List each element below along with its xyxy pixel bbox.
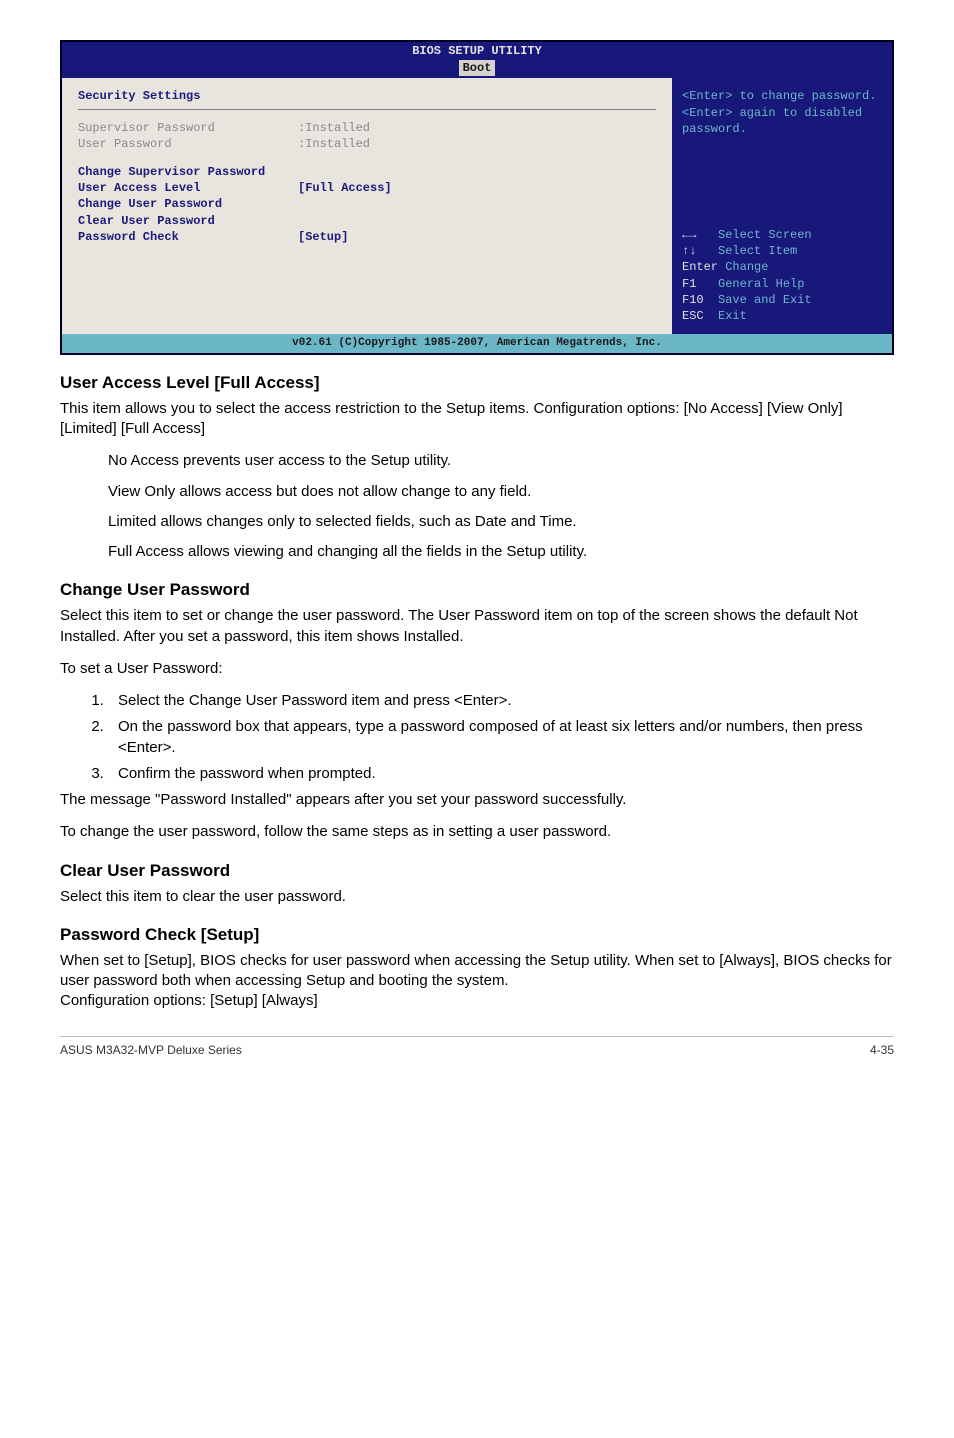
- legend-select-screen: Select Screen: [718, 228, 812, 242]
- user-access-level-row: User Access Level [Full Access]: [78, 180, 656, 196]
- section-ual-heading: User Access Level [Full Access]: [60, 373, 894, 393]
- legend-f1-key: F1: [682, 277, 696, 291]
- bios-header: BIOS SETUP UTILITY: [62, 42, 892, 60]
- password-check-label: Password Check: [78, 229, 298, 245]
- key-legend: ←→ Select Screen ↑↓ Select Item Enter Ch…: [682, 227, 882, 324]
- opt-view-only: View Only allows access but does not all…: [108, 482, 894, 502]
- password-check-row: Password Check [Setup]: [78, 229, 656, 245]
- section-pwcheck-desc: When set to [Setup], BIOS checks for use…: [60, 951, 894, 992]
- opt-full-access: Full Access allows viewing and changing …: [108, 542, 894, 562]
- section-ual-desc: This item allows you to select the acces…: [60, 399, 894, 440]
- legend-enter-key: Enter: [682, 260, 718, 274]
- bios-copyright: v02.61 (C)Copyright 1985-2007, American …: [62, 334, 892, 353]
- user-password-value: :Installed: [298, 136, 370, 152]
- section-cup-change: To change the user password, follow the …: [60, 822, 894, 842]
- bios-left-pane: Security Settings Supervisor Password :I…: [62, 78, 672, 334]
- help-text-2: <Enter> again to disabled password.: [682, 105, 882, 137]
- section-cup-toset: To set a User Password:: [60, 659, 894, 679]
- user-password-row: User Password :Installed: [78, 136, 656, 152]
- change-supervisor-password: Change Supervisor Password: [78, 164, 656, 180]
- clear-user-password: Clear User Password: [78, 213, 656, 229]
- bios-setup-box: BIOS SETUP UTILITY Boot Security Setting…: [60, 40, 894, 355]
- bios-body: Security Settings Supervisor Password :I…: [62, 78, 892, 334]
- bios-tabs: Boot: [62, 60, 892, 78]
- legend-esc-key: ESC: [682, 309, 704, 323]
- legend-f10-key: F10: [682, 293, 704, 307]
- section-clear-desc: Select this item to clear the user passw…: [60, 887, 894, 907]
- user-access-level-label: User Access Level: [78, 180, 298, 196]
- footer-page-number: 4-35: [870, 1043, 894, 1057]
- step-2: On the password box that appears, type a…: [108, 717, 894, 758]
- security-settings-title: Security Settings: [78, 88, 656, 109]
- step-1: Select the Change User Password item and…: [108, 691, 894, 711]
- opt-limited: Limited allows changes only to selected …: [108, 512, 894, 532]
- section-pwcheck-heading: Password Check [Setup]: [60, 925, 894, 945]
- bios-right-pane: <Enter> to change password. <Enter> agai…: [672, 78, 892, 334]
- set-user-password-steps: Select the Change User Password item and…: [60, 691, 894, 784]
- legend-save-exit: Save and Exit: [718, 293, 812, 307]
- arrow-ud-icon: ↑↓: [682, 244, 696, 258]
- section-cup-result: The message "Password Installed" appears…: [60, 790, 894, 810]
- tab-boot: Boot: [459, 60, 496, 76]
- arrow-lr-icon: ←→: [682, 228, 696, 242]
- legend-general-help: General Help: [718, 277, 804, 291]
- supervisor-password-value: :Installed: [298, 120, 370, 136]
- step-3: Confirm the password when prompted.: [108, 764, 894, 784]
- legend-exit: Exit: [718, 309, 747, 323]
- user-password-label: User Password: [78, 136, 298, 152]
- supervisor-password-label: Supervisor Password: [78, 120, 298, 136]
- user-access-level-value: [Full Access]: [298, 180, 392, 196]
- page-footer: ASUS M3A32-MVP Deluxe Series 4-35: [60, 1036, 894, 1057]
- legend-select-item: Select Item: [718, 244, 797, 258]
- footer-product: ASUS M3A32-MVP Deluxe Series: [60, 1043, 242, 1057]
- supervisor-password-row: Supervisor Password :Installed: [78, 120, 656, 136]
- change-user-password: Change User Password: [78, 196, 656, 212]
- section-pwcheck-opts: Configuration options: [Setup] [Always]: [60, 991, 894, 1011]
- section-cup-heading: Change User Password: [60, 580, 894, 600]
- opt-no-access: No Access prevents user access to the Se…: [108, 451, 894, 471]
- help-text-1: <Enter> to change password.: [682, 88, 882, 104]
- ual-options-list: No Access prevents user access to the Se…: [108, 451, 894, 562]
- section-clear-heading: Clear User Password: [60, 861, 894, 881]
- legend-change: Change: [725, 260, 768, 274]
- section-cup-desc: Select this item to set or change the us…: [60, 606, 894, 647]
- password-check-value: [Setup]: [298, 229, 348, 245]
